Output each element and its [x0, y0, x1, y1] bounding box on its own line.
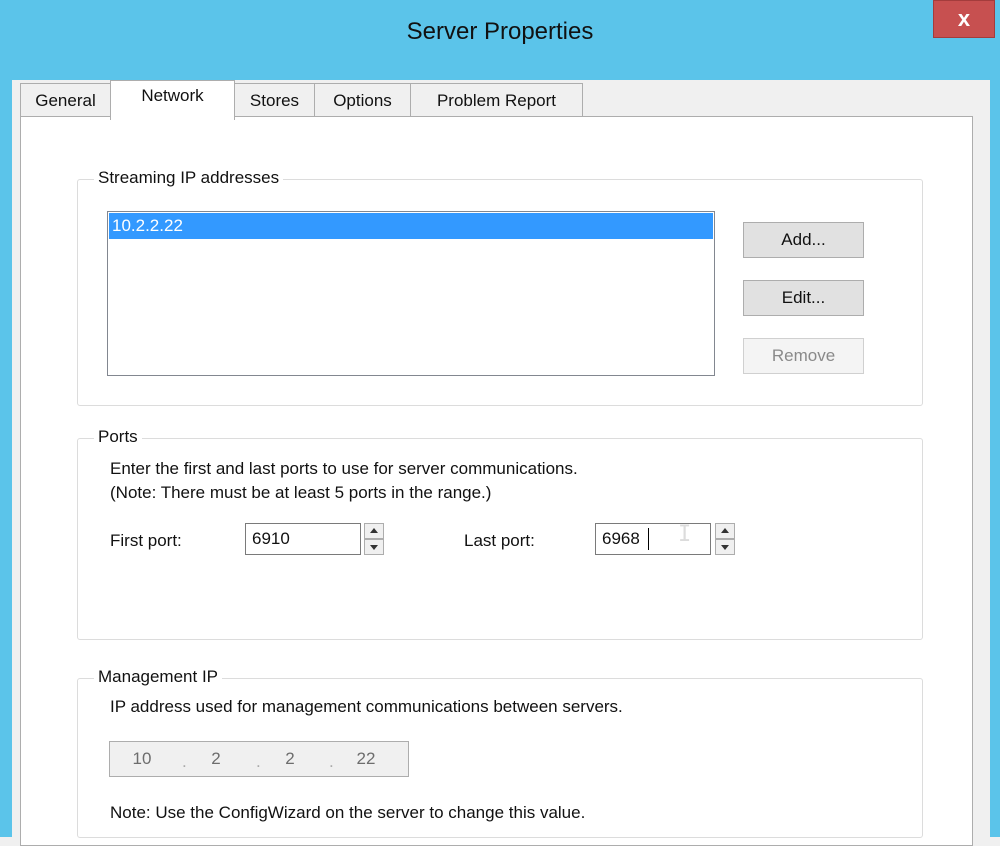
last-port-stepper[interactable] [715, 523, 735, 555]
tab-stores[interactable]: Stores [234, 83, 315, 116]
last-port-label: Last port: [464, 531, 535, 550]
list-item[interactable]: 10.2.2.22 [109, 213, 713, 239]
ip-separator: . [182, 752, 187, 771]
management-ip-group: Management IP IP address used for manage… [77, 667, 923, 838]
chevron-up-icon [370, 528, 378, 533]
management-ip-description: IP address used for management communica… [110, 697, 623, 716]
last-port-increment-button[interactable] [715, 523, 735, 539]
first-port-increment-button[interactable] [364, 523, 384, 539]
first-port-field[interactable]: 6910 [245, 523, 361, 555]
edit-button[interactable]: Edit... [743, 280, 864, 316]
ip-octet-1: 10 [132, 749, 152, 768]
tab-general[interactable]: General [20, 83, 111, 116]
streaming-ip-group: Streaming IP addresses 10.2.2.22 Add... … [77, 168, 923, 406]
server-properties-window: Server Properties x General Network Stor… [0, 0, 1000, 846]
window-title: Server Properties [406, 18, 594, 45]
ports-description: Enter the first and last ports to use fo… [110, 459, 578, 478]
streaming-ip-listbox[interactable]: 10.2.2.22 [107, 211, 715, 376]
dialog-client-area: General Network Stores Options Problem R… [12, 80, 990, 846]
add-button[interactable]: Add... [743, 222, 864, 258]
last-port-decrement-button[interactable] [715, 539, 735, 555]
remove-button[interactable]: Remove [743, 338, 864, 374]
ip-octet-3: 2 [285, 749, 295, 768]
streaming-ip-group-title: Streaming IP addresses [94, 168, 284, 188]
last-port-field[interactable]: 6968 [595, 523, 711, 555]
management-ip-field: 10 . 2 . 2 . 22 [109, 741, 409, 777]
first-port-decrement-button[interactable] [364, 539, 384, 555]
text-caret [648, 528, 649, 550]
close-button[interactable]: x [933, 0, 995, 38]
text-cursor-icon: I [678, 522, 692, 547]
network-tab-page: Streaming IP addresses 10.2.2.22 Add... … [20, 116, 973, 846]
ports-note: (Note: There must be at least 5 ports in… [110, 483, 492, 502]
chevron-down-icon [370, 545, 378, 550]
management-ip-group-title: Management IP [94, 667, 223, 687]
ip-octet-2: 2 [211, 749, 221, 768]
ip-separator: . [256, 752, 261, 771]
ports-group-title: Ports [94, 427, 142, 447]
first-port-label: First port: [110, 531, 182, 550]
ip-separator: . [329, 752, 334, 771]
tab-options[interactable]: Options [314, 83, 411, 116]
ports-group: Ports Enter the first and last ports to … [77, 427, 923, 640]
title-bar[interactable]: Server Properties x [0, 0, 1000, 80]
last-port-value: 6968 [602, 529, 640, 548]
first-port-stepper[interactable] [364, 523, 384, 555]
tab-network[interactable]: Network [110, 80, 235, 120]
tab-problem-report[interactable]: Problem Report [410, 83, 583, 116]
chevron-down-icon [721, 545, 729, 550]
management-ip-note: Note: Use the ConfigWizard on the server… [110, 803, 586, 822]
ip-octet-4: 22 [356, 749, 376, 768]
chevron-up-icon [721, 528, 729, 533]
